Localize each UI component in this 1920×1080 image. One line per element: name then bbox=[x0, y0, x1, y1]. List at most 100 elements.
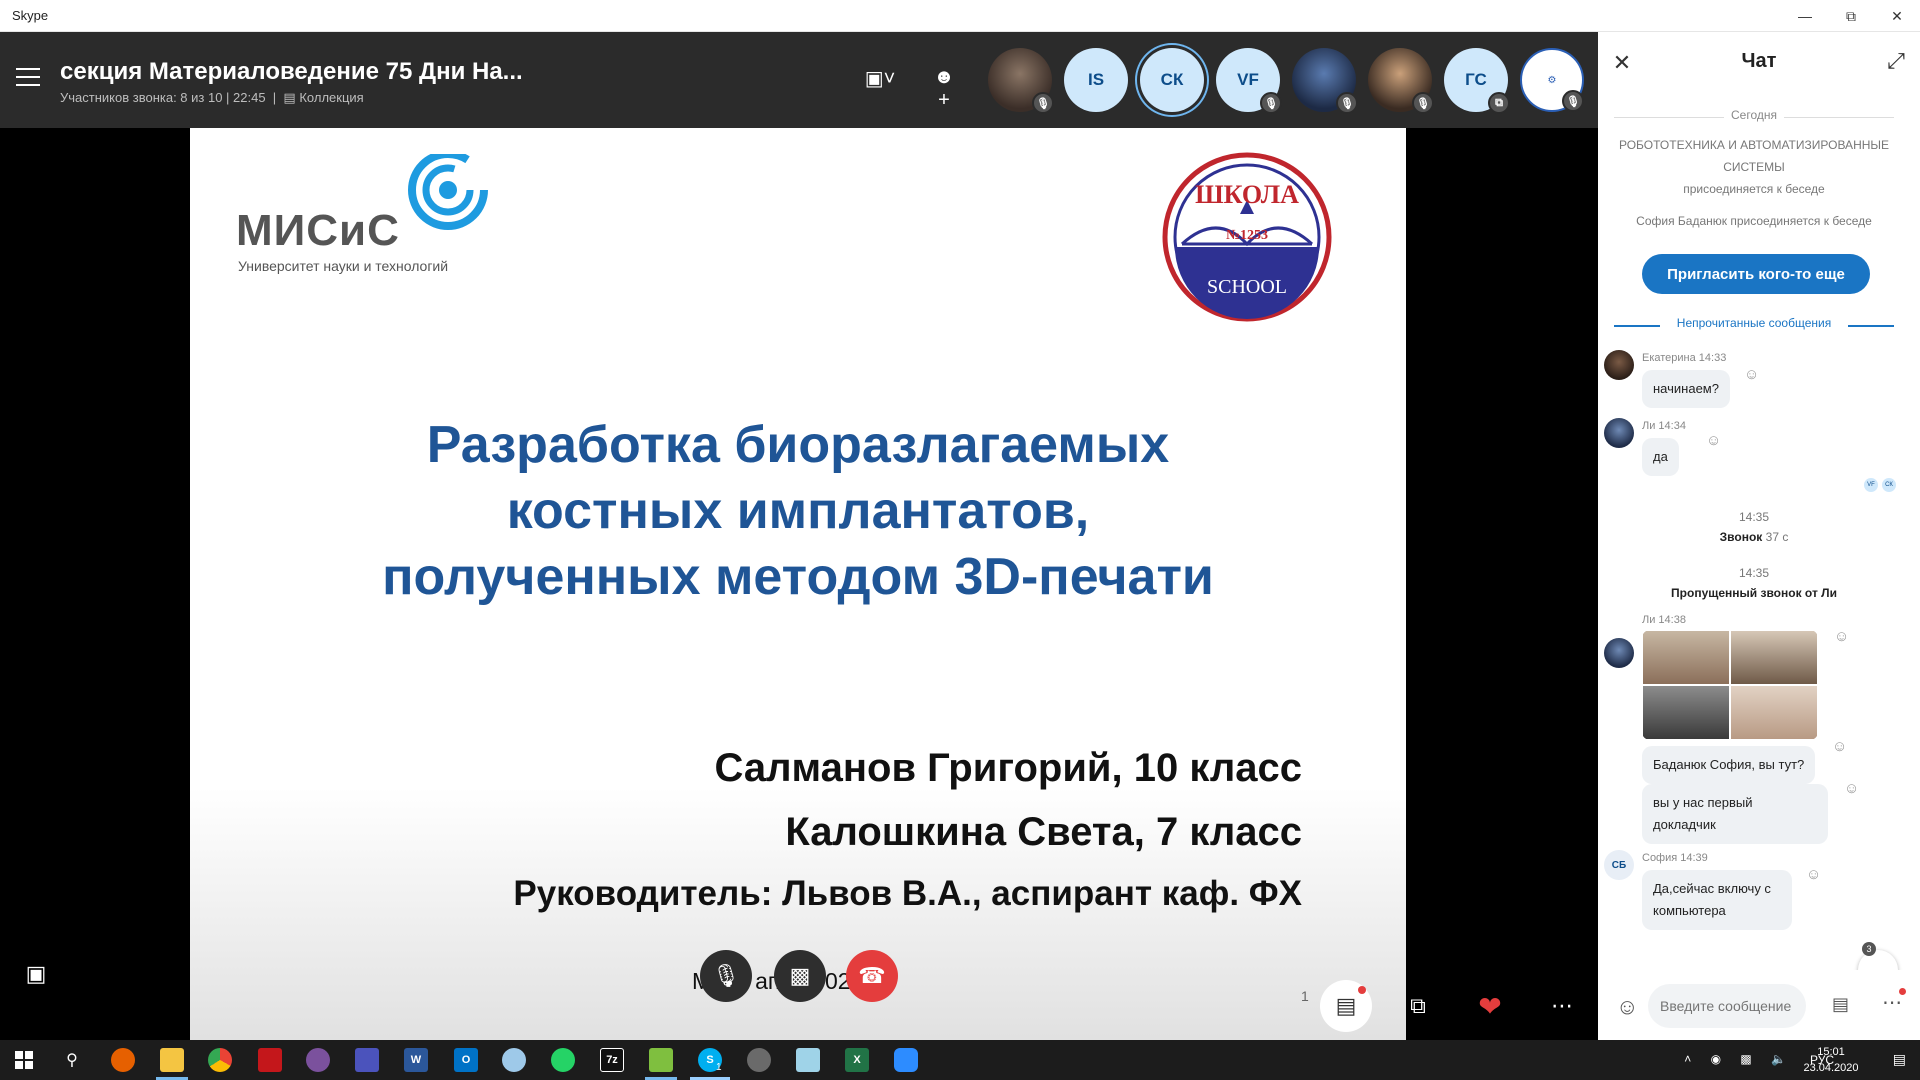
system-message-text: присоединяется к беседе bbox=[1683, 182, 1825, 196]
end-call-button[interactable]: ☎ bbox=[846, 950, 898, 1002]
avatar[interactable] bbox=[1604, 350, 1634, 380]
media-gallery-icon[interactable]: ▤ bbox=[1832, 994, 1849, 1015]
participant-avatar-speaking[interactable]: СК bbox=[1140, 48, 1204, 112]
whatsapp-icon[interactable] bbox=[551, 1048, 575, 1072]
more-options-icon[interactable]: ⋯ bbox=[1542, 986, 1582, 1026]
slide-title-line: костных имплантатов, bbox=[506, 482, 1090, 540]
message-input[interactable] bbox=[1648, 984, 1806, 1028]
mute-microphone-button[interactable]: 🎙 bbox=[700, 950, 752, 1002]
word-icon[interactable]: W bbox=[404, 1048, 428, 1072]
participant-avatar[interactable]: IS bbox=[1064, 48, 1128, 112]
avatar[interactable] bbox=[1604, 418, 1634, 448]
zoom-icon[interactable] bbox=[894, 1048, 918, 1072]
viber-icon[interactable] bbox=[306, 1048, 330, 1072]
slide-supervisor: Руководитель: Львов В.А., аспирант каф. … bbox=[513, 874, 1302, 913]
slide-author-1: Салманов Григорий, 10 класс bbox=[714, 746, 1302, 790]
add-reaction-icon[interactable]: ☺ bbox=[1806, 866, 1821, 883]
message-bubble[interactable]: да bbox=[1642, 438, 1679, 476]
emoji-icon[interactable]: ☺ bbox=[1616, 994, 1638, 1020]
invite-button[interactable]: Пригласить кого-то еще bbox=[1642, 254, 1870, 294]
acrobat-icon[interactable] bbox=[258, 1048, 282, 1072]
add-reaction-icon[interactable]: ☺ bbox=[1744, 366, 1759, 383]
clock-time: 15:01 bbox=[1817, 1046, 1845, 1058]
excel-icon[interactable]: X bbox=[845, 1048, 869, 1072]
call-event-label: Звонок bbox=[1719, 530, 1763, 544]
message-composer: ☺ ▤ ⋯ bbox=[1598, 970, 1920, 1040]
message-bubble[interactable]: Да,сейчас включу с компьютера bbox=[1642, 870, 1792, 930]
avatar[interactable] bbox=[1604, 638, 1634, 668]
camera-toggle-button[interactable]: ▩ bbox=[774, 950, 826, 1002]
teams-icon[interactable] bbox=[355, 1048, 379, 1072]
expand-icon[interactable]: ⤢ bbox=[1882, 48, 1910, 74]
screen-share-icon: ⧉ bbox=[1488, 92, 1510, 114]
separator: | bbox=[269, 90, 280, 105]
add-reaction-icon[interactable]: ☺ bbox=[1834, 628, 1849, 645]
participant-initials: ГС bbox=[1465, 70, 1487, 89]
chat-icon: ▤ bbox=[1335, 993, 1357, 1018]
window-titlebar: Skype — ⧉ ✕ bbox=[0, 0, 1920, 32]
collection-icon: ▤ bbox=[283, 90, 296, 105]
muted-mic-icon: 🎙 bbox=[1412, 92, 1434, 114]
chat-title: Чат bbox=[1741, 50, 1777, 72]
close-window-icon[interactable]: ✕ bbox=[1874, 0, 1920, 32]
7zip-icon[interactable]: 7z bbox=[600, 1048, 624, 1072]
call-participants-count: Участников звонка: 8 из 10 | 22:45 bbox=[60, 90, 266, 105]
more-options-icon[interactable]: ⋯ bbox=[1882, 988, 1906, 1015]
restore-icon[interactable]: ⧉ bbox=[1828, 0, 1874, 32]
school-logo-top-text: ШКОЛА bbox=[1195, 180, 1299, 209]
tray-icons[interactable]: ˄ ◉ ▩ 🔈 bbox=[1684, 1052, 1794, 1066]
open-chat-button[interactable]: ▤ bbox=[1320, 980, 1372, 1032]
participant-avatar[interactable]: 🎙 bbox=[1292, 48, 1358, 114]
school-logo-bottom-text: SCHOOL bbox=[1206, 276, 1287, 298]
notepad-icon[interactable] bbox=[649, 1048, 673, 1072]
participant-avatar-robot[interactable]: ⚙ 🎙 bbox=[1520, 48, 1584, 112]
muted-mic-icon: 🎙 bbox=[1032, 92, 1054, 114]
misis-logo: МИСиС Университет науки и технологий bbox=[236, 150, 506, 274]
firefox-icon[interactable] bbox=[111, 1048, 135, 1072]
notifications-icon[interactable]: ▤ bbox=[1893, 1051, 1906, 1068]
call-title[interactable]: секция Материаловедение 75 Дни На... bbox=[60, 58, 523, 86]
add-reaction-icon[interactable]: ☺ bbox=[1706, 432, 1721, 449]
glass-app-icon[interactable] bbox=[796, 1048, 820, 1072]
add-reaction-icon[interactable]: ☺ bbox=[1832, 738, 1847, 755]
separator-line bbox=[1784, 117, 1894, 118]
message-bubble[interactable]: начинаем? bbox=[1642, 370, 1730, 408]
clock[interactable]: 15:01 23.04.2020 bbox=[1796, 1044, 1866, 1076]
outlook-icon[interactable]: O bbox=[454, 1048, 478, 1072]
system-message-text: РОБОТОТЕХНИКА И АВТОМАТИЗИРОВАННЫЕ СИСТЕ… bbox=[1618, 138, 1890, 174]
day-separator: Сегодня bbox=[1614, 108, 1894, 128]
paint-icon[interactable] bbox=[502, 1048, 526, 1072]
add-participant-icon[interactable]: ☻+ bbox=[928, 66, 960, 111]
participant-avatar[interactable]: 🎙 bbox=[988, 48, 1054, 114]
screen-layout-icon[interactable]: ▣˅ bbox=[864, 66, 896, 94]
muted-mic-icon: 🎙 bbox=[1336, 92, 1358, 114]
avatar-initials: СБ bbox=[1611, 859, 1627, 871]
collection-link[interactable]: Коллекция bbox=[299, 90, 363, 105]
call-event-time: 14:35 bbox=[1738, 510, 1770, 524]
participant-initials: IS bbox=[1087, 70, 1105, 89]
heart-reaction-icon[interactable]: ❤ bbox=[1470, 986, 1510, 1026]
missed-call-event: 14:35 Пропущенный звонок от Ли bbox=[1614, 566, 1894, 600]
screenshot-icon[interactable]: ▣ bbox=[16, 954, 56, 994]
hang-up-icon: ☎ bbox=[858, 963, 886, 988]
message-bubble[interactable]: Баданюк София, вы тут? bbox=[1642, 746, 1816, 784]
participant-avatar[interactable]: 🎙 bbox=[1368, 48, 1434, 114]
chrome-icon[interactable] bbox=[208, 1048, 232, 1072]
search-icon[interactable]: ⚲ bbox=[60, 1048, 84, 1072]
call-event: 14:35 Звонок 37 с bbox=[1614, 510, 1894, 544]
windows-start-icon[interactable] bbox=[0, 1040, 48, 1080]
minimize-icon[interactable]: — bbox=[1782, 0, 1828, 32]
slide-title-line: Разработка биоразлагаемых bbox=[426, 416, 1170, 474]
message-bubble[interactable]: вы у нас первый докладчик bbox=[1642, 784, 1828, 844]
message-author-time: Екатерина 14:33 bbox=[1642, 352, 1727, 364]
participant-avatar[interactable]: ГС ⧉ bbox=[1444, 48, 1510, 114]
participant-avatar[interactable]: VF 🎙 bbox=[1216, 48, 1282, 114]
add-reaction-icon[interactable]: ☺ bbox=[1844, 780, 1859, 797]
participant-initials: СК bbox=[1160, 70, 1184, 89]
menu-icon[interactable] bbox=[16, 68, 40, 86]
shared-photo[interactable] bbox=[1642, 630, 1818, 740]
security-icon[interactable] bbox=[747, 1048, 771, 1072]
share-screen-icon[interactable]: ⧉ bbox=[1398, 986, 1438, 1026]
file-explorer-icon[interactable] bbox=[160, 1048, 184, 1072]
avatar[interactable]: СБ bbox=[1604, 850, 1634, 880]
